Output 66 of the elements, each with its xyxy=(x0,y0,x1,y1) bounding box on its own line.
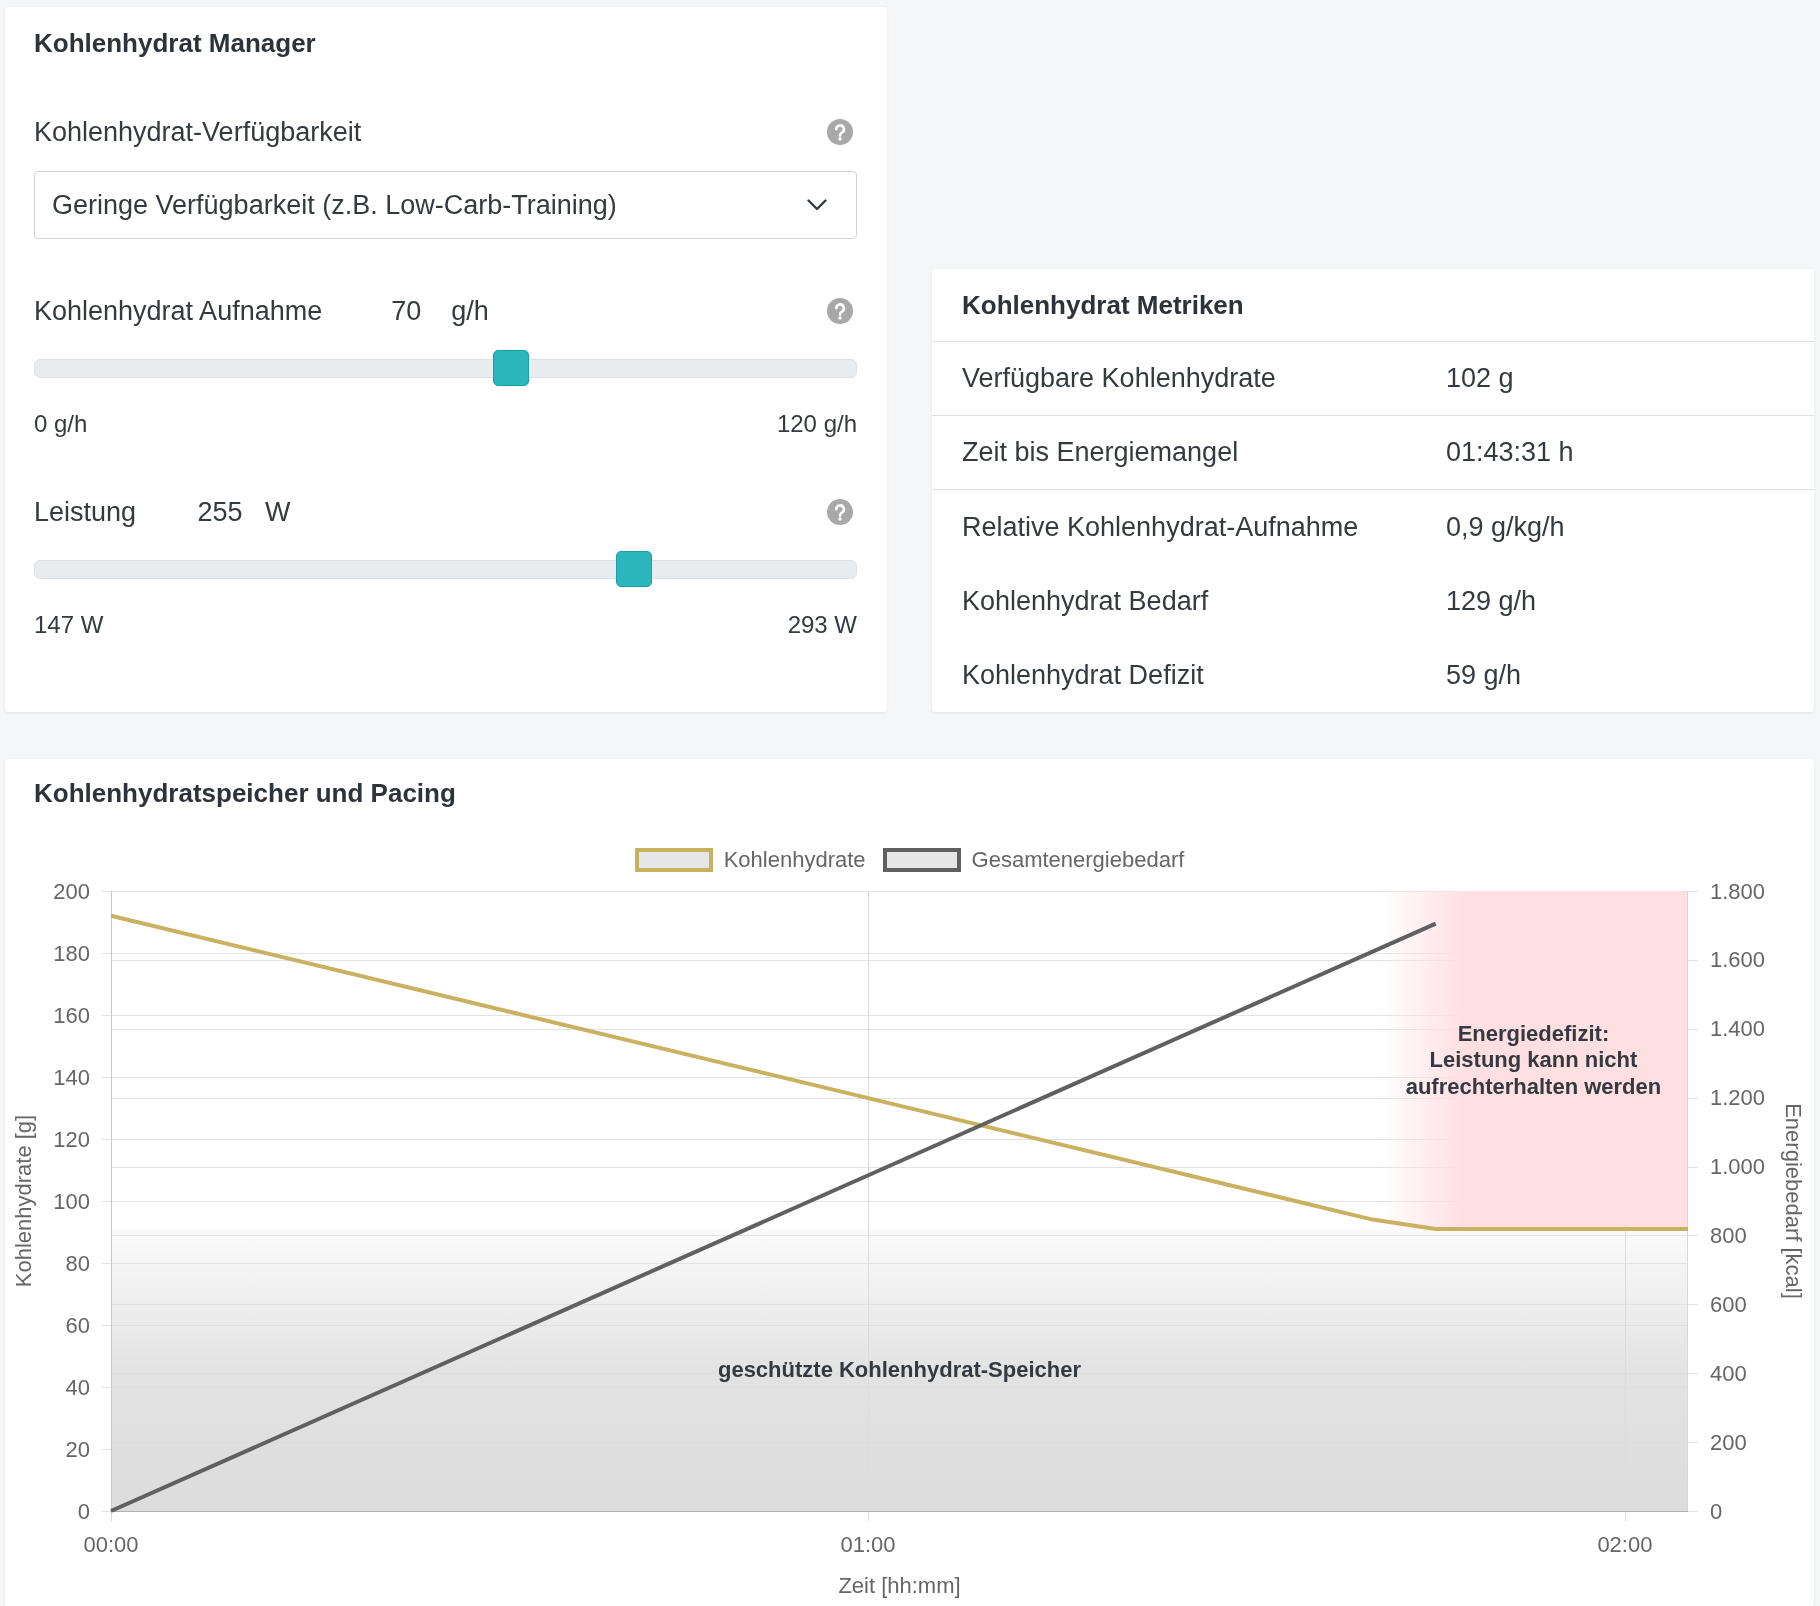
band-label: Energiedefizit: Leistung kann nicht aufrechterhalten werden xyxy=(1405,1020,1662,1099)
y-axis-tick-label: 120 xyxy=(53,1126,90,1152)
metric-value: 102 g xyxy=(1446,363,1515,394)
y-axis-tick-label: 60 xyxy=(65,1312,90,1338)
right-axis-tick-label: 1.400 xyxy=(1710,1016,1766,1042)
field-label: Leistung xyxy=(34,496,137,528)
y-axis-tick-label: 140 xyxy=(53,1064,90,1090)
legend-swatch-icon xyxy=(634,848,713,872)
y-axis-tick-label: 200 xyxy=(53,878,90,904)
slider-unit: g/h xyxy=(451,295,489,327)
slider-unit: W xyxy=(265,496,291,528)
metric-label: Verfügbare Kohlenhydrate xyxy=(962,363,1277,394)
help-icon[interactable] xyxy=(827,499,853,525)
right-axis-tick-label: 1.600 xyxy=(1710,947,1766,973)
right-axis-tick-label: 800 xyxy=(1710,1222,1747,1248)
y-axis-tick-label: 180 xyxy=(53,940,90,966)
y-axis-tick-label: 40 xyxy=(65,1374,90,1400)
y-axis-tick-label: 80 xyxy=(65,1250,90,1276)
metric-label: Kohlenhydrat Defizit xyxy=(962,659,1205,691)
range-max-label: 120 g/h xyxy=(776,409,857,439)
y-axis-tick-label: 20 xyxy=(65,1436,90,1462)
metric-value: 59 g/h xyxy=(1446,659,1523,691)
range-min-label: 147 W xyxy=(34,610,104,640)
right-axis-tick-label: 400 xyxy=(1710,1360,1747,1386)
help-icon[interactable] xyxy=(827,298,853,324)
card-title: Kohlenhydrat Manager xyxy=(34,27,317,60)
y-axis-tick-label: 0 xyxy=(77,1498,90,1524)
right-axis-tick-label: 1.000 xyxy=(1710,1154,1766,1180)
x-axis-title: Zeit [hh:mm] xyxy=(838,1572,961,1598)
right-axis-tick-label: 0 xyxy=(1710,1498,1723,1524)
range-max-label: 293 W xyxy=(787,610,857,640)
field-label: Kohlenhydrat-Verfügbarkeit xyxy=(34,116,362,148)
metric-label: Relative Kohlenhydrat-Aufnahme xyxy=(962,511,1360,543)
x-axis-tick-label: 01:00 xyxy=(840,1531,896,1557)
right-axis-tick-label: 1.200 xyxy=(1710,1085,1766,1111)
y-axis-tick-label: 100 xyxy=(53,1188,90,1214)
metric-value: 129 g/h xyxy=(1446,585,1538,617)
chevron-down-icon xyxy=(807,199,827,211)
slider-value: 70 xyxy=(390,295,423,327)
field-label: Kohlenhydrat Aufnahme xyxy=(34,295,323,327)
card-title: Kohlenhydratspeicher und Pacing xyxy=(33,777,457,810)
legend-label: Kohlenhydrate xyxy=(723,847,866,873)
help-icon[interactable] xyxy=(827,119,853,145)
right-axis-title: Energiebedarf [kcal] xyxy=(1780,1103,1806,1299)
band-label: geschützte Kohlenhydrat-Speicher xyxy=(717,1357,1082,1383)
range-min-label: 0 g/h xyxy=(34,409,88,439)
metric-value: 0,9 g/kg/h xyxy=(1446,511,1566,543)
card-title: Kohlenhydrat Metriken xyxy=(962,289,1244,322)
range-slider[interactable] xyxy=(34,350,857,386)
x-axis-tick-label: 00:00 xyxy=(83,1531,139,1557)
legend-label: Gesamtenergiebedarf xyxy=(971,847,1185,873)
slider-thumb[interactable] xyxy=(616,551,653,587)
slider-thumb[interactable] xyxy=(492,350,529,386)
metric-label: Kohlenhydrat Bedarf xyxy=(962,585,1210,617)
range-slider[interactable] xyxy=(34,551,857,587)
right-axis-tick-label: 200 xyxy=(1710,1429,1747,1455)
metric-label: Zeit bis Energiemangel xyxy=(962,437,1240,468)
y-axis-tick-label: 160 xyxy=(53,1002,90,1028)
x-axis-tick-label: 02:00 xyxy=(1597,1531,1653,1557)
metric-value: 01:43:31 h xyxy=(1446,437,1575,468)
availability-select[interactable]: Geringe Verfügbarkeit (z.B. Low-Carb-Training) xyxy=(34,171,857,239)
slider-value: 255 xyxy=(196,496,244,528)
y-axis-title: Kohlenhydrate [g] xyxy=(10,1114,36,1288)
right-axis-tick-label: 1.800 xyxy=(1710,878,1766,904)
legend-swatch-icon xyxy=(882,848,961,872)
right-axis-tick-label: 600 xyxy=(1710,1291,1747,1317)
